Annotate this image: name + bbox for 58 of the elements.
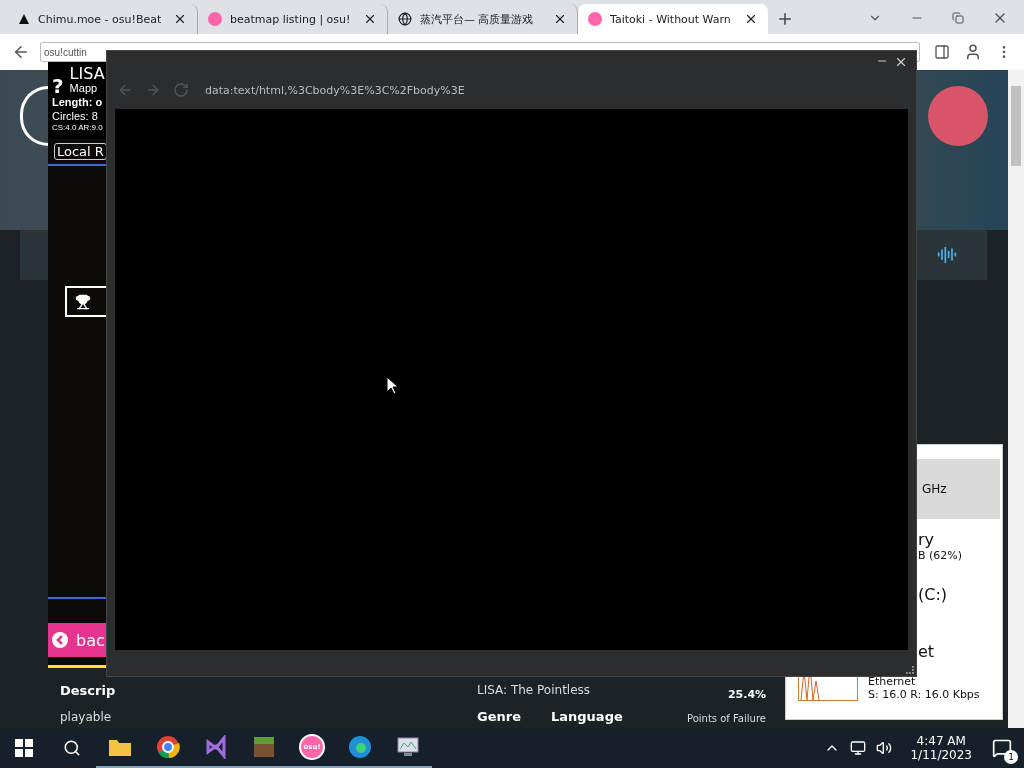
close-icon[interactable] [894,55,908,69]
trophy-icon [75,293,91,310]
rating-percent: 25.4% [727,688,767,701]
clock-date[interactable]: 1/11/2023 [910,748,972,762]
close-icon[interactable] [363,12,377,26]
notification-icon[interactable] [992,738,1012,758]
stats-text: CS:4.0 AR:9.0 [52,123,104,134]
network-speed: S: 16.0 R: 16.0 Kbps [868,688,980,701]
grass-block-icon [252,735,276,759]
globe-icon [398,12,412,26]
failure-heading: Points of Failure [687,713,767,724]
mouse-cursor-icon [386,376,398,394]
restore-icon[interactable] [952,12,964,24]
browser-tab[interactable]: Taitoki - Without Warn [578,4,768,34]
avatar[interactable] [928,86,988,146]
triangle-icon [18,13,30,25]
back-icon[interactable] [12,43,30,61]
close-icon[interactable] [553,12,567,26]
url-text: data:text/html,%3Cbody%3E%3C%2Fbody%3E [205,83,465,97]
notification-count: 1 [1004,750,1018,764]
side-panel-icon[interactable] [934,44,950,60]
circles-text: Circles: 8 [52,109,99,124]
network-name: Ethernet [868,675,917,688]
close-icon[interactable] [173,12,187,26]
language-label: Language [551,709,623,724]
unknown-mark: ? [52,75,64,96]
search-icon[interactable] [63,739,81,757]
osu-logo-icon [208,12,222,26]
new-tab-icon[interactable] [776,10,794,28]
song-title: LISA [69,66,105,82]
memory-usage: B (62%) [918,548,964,562]
resize-grip[interactable] [906,666,914,674]
mapper-text: Mapp [69,82,99,96]
network-title: et [918,643,936,661]
infinity-loop-icon [204,735,228,759]
disk-title: (C:) [918,585,949,604]
volume-icon[interactable] [876,740,893,756]
profile-icon[interactable] [964,43,982,61]
memory-title: ry [918,531,936,549]
close-icon[interactable] [744,12,758,26]
artist-text: LISA: The Pointless [477,683,592,697]
genre-label: Genre [477,709,521,724]
back-circle-icon [52,632,68,648]
sound-wave-icon[interactable] [937,245,957,265]
network-icon[interactable] [850,740,867,756]
osu-logo-icon [588,12,602,26]
section-heading: Descrip [60,683,117,698]
back-button[interactable]: bac [48,623,106,657]
chrome-icon [156,735,180,759]
description-text: playable [60,710,113,724]
wave-circle-icon [348,735,372,759]
length-text: Length: o [52,95,104,110]
scrollbar[interactable] [1008,70,1024,728]
folder-icon [108,737,132,757]
monitor-chart-icon [396,736,420,758]
cpu-item[interactable]: GHz [916,459,1000,519]
clock-time[interactable]: 4:47 AM [916,734,966,748]
windows-logo-icon[interactable] [15,739,33,757]
